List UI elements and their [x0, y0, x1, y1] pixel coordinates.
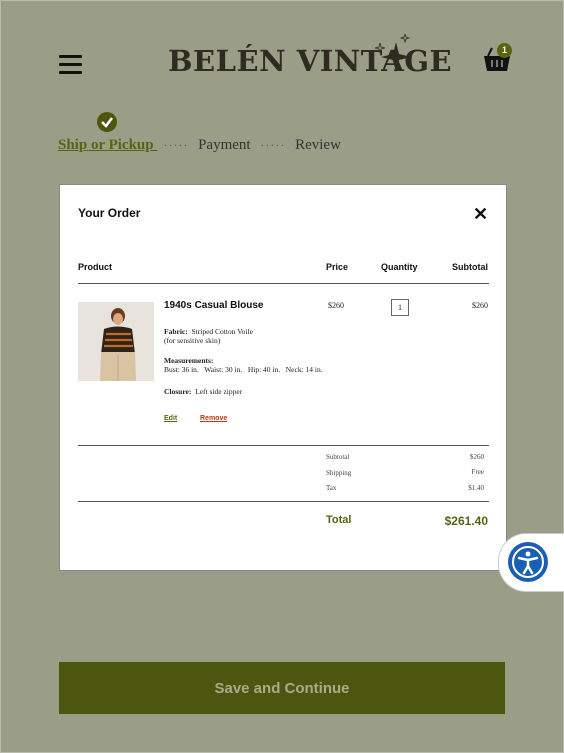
check-circle-icon — [97, 112, 117, 132]
column-header-price: Price — [326, 262, 349, 272]
measurements-value: Bust: 36 in. Waist: 30 in. Hip: 40 in. N… — [164, 365, 323, 374]
summary-divider — [78, 501, 489, 502]
column-header-quantity: Quantity — [381, 262, 418, 272]
edit-link[interactable]: Edit — [164, 415, 177, 422]
total-label: Total — [326, 514, 352, 526]
summary-shipping-label: Shipping — [326, 469, 352, 477]
item-price: $260 — [328, 301, 344, 310]
column-header-product: Product — [78, 262, 113, 272]
quantity-input[interactable]: 1 — [391, 299, 409, 316]
step-separator: ····· — [260, 138, 286, 152]
item-divider — [78, 445, 489, 446]
header-divider — [78, 283, 489, 284]
accessibility-widget-button[interactable] — [498, 533, 564, 592]
summary-subtotal-label: Subtotal — [326, 453, 350, 461]
order-summary-panel: Your Order ✕ Product Price Quantity Subt… — [59, 184, 507, 571]
product-closure: Closure: Left side zipper — [164, 387, 242, 396]
item-subtotal: $260 — [472, 301, 488, 310]
product-image[interactable] — [78, 302, 154, 381]
product-measurements: Measurements: Bust: 36 in. Waist: 30 in.… — [164, 356, 323, 374]
summary-shipping-value: Free — [471, 468, 484, 476]
summary-subtotal-value: $260 — [470, 453, 484, 461]
fabric-label: Fabric: — [164, 327, 188, 336]
fabric-note: (for sensitive skin) — [164, 336, 221, 345]
summary-tax-label: Tax — [326, 484, 337, 492]
step-ship-or-pickup[interactable]: Ship or Pickup — [58, 137, 157, 153]
closure-label: Closure: — [164, 387, 192, 396]
fabric-value: Striped Cotton Voile — [191, 327, 253, 336]
checkout-steps: Ship or Pickup ····· Payment ····· Revie… — [58, 137, 341, 154]
closure-value: Left side zipper — [195, 387, 243, 396]
summary-tax-value: $1.40 — [468, 484, 484, 492]
accessibility-icon — [508, 542, 548, 582]
sparkle-icon — [374, 34, 411, 72]
remove-link[interactable]: Remove — [200, 415, 227, 422]
total-value: $261.40 — [444, 514, 488, 528]
cart-count-badge: 1 — [497, 43, 512, 58]
panel-title: Your Order — [78, 206, 141, 220]
step-review[interactable]: Review — [295, 137, 341, 153]
step-separator: ····· — [163, 138, 189, 152]
close-icon[interactable]: ✕ — [473, 205, 488, 223]
column-header-subtotal: Subtotal — [452, 262, 488, 272]
product-name[interactable]: 1940s Casual Blouse — [164, 300, 264, 311]
hamburger-menu-icon[interactable] — [59, 55, 82, 74]
measurements-label: Measurements: — [164, 356, 214, 365]
step-payment[interactable]: Payment — [198, 137, 251, 153]
save-and-continue-button[interactable]: Save and Continue — [59, 662, 505, 714]
product-fabric: Fabric: Striped Cotton Voile (for sensit… — [164, 327, 253, 345]
